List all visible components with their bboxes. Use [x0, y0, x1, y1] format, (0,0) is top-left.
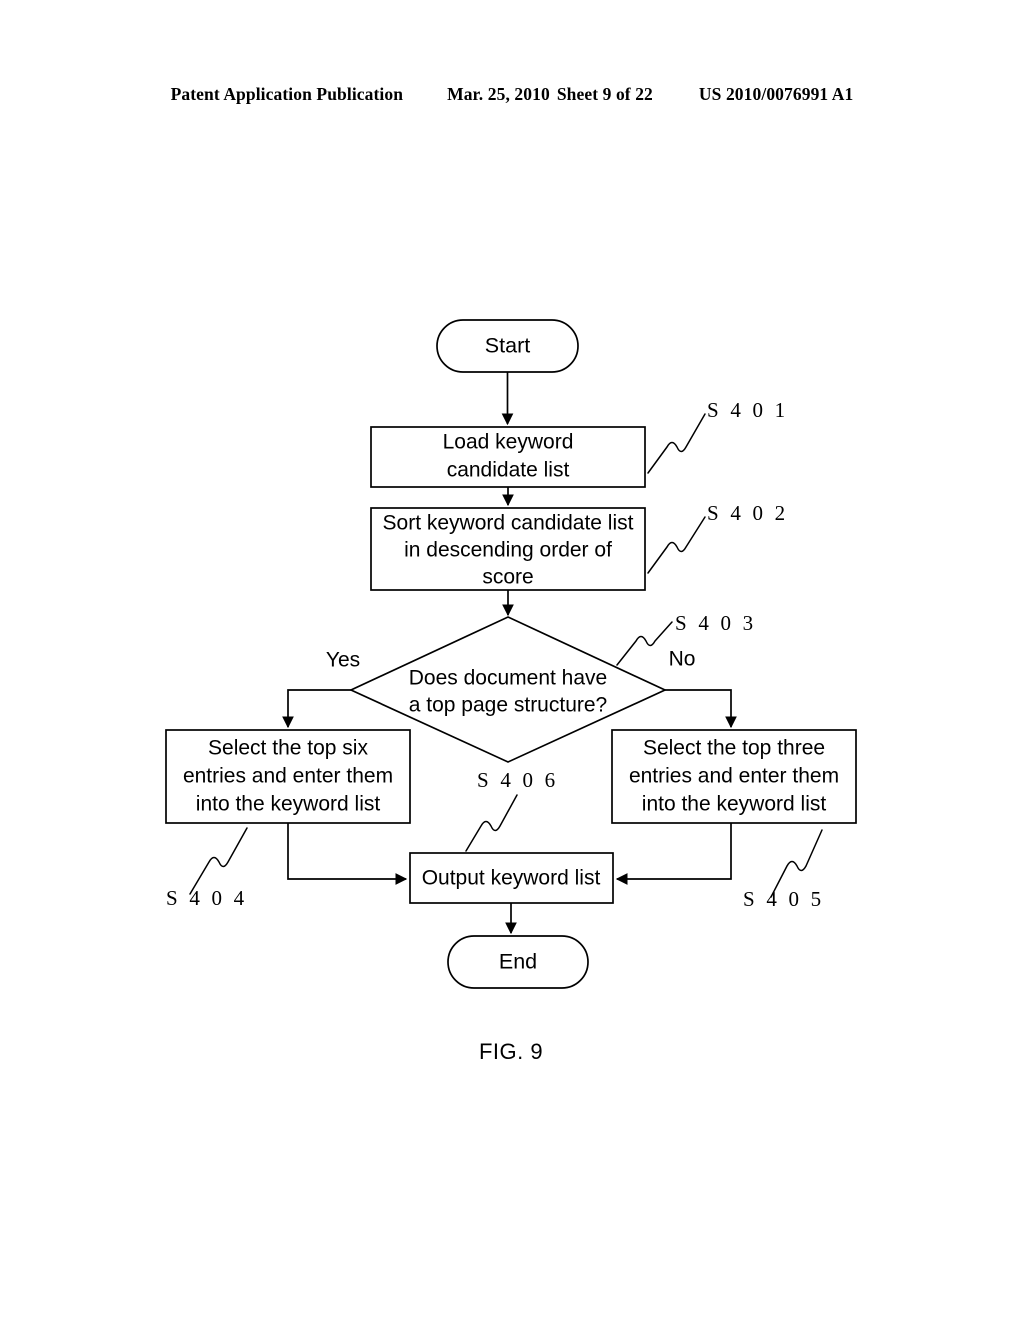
leader-s403 [616, 621, 673, 666]
s402-step-label: S 4 0 2 [707, 501, 788, 525]
s403-line-1: Does document have [409, 667, 607, 690]
node-start: Start [436, 319, 579, 373]
branch-label-no: No [669, 648, 696, 671]
s404-line-1: Select the top six [208, 737, 368, 760]
s401-line-2: candidate list [447, 459, 570, 482]
s406-line-1: Output keyword list [422, 867, 601, 890]
figure-caption: FIG. 9 [479, 1039, 543, 1064]
s405-line-3: into the keyword list [642, 793, 827, 816]
s406-step-label: S 4 0 6 [477, 768, 558, 792]
s405-line-2: entries and enter them [629, 765, 839, 788]
node-s406: Output keyword list [409, 852, 614, 904]
s402-line-3: score [482, 566, 533, 589]
connector-s404-to-s406 [287, 823, 408, 885]
node-s405: Select the top three entries and enter t… [611, 729, 857, 824]
branch-label-yes: Yes [326, 649, 360, 672]
s404-line-2: entries and enter them [183, 765, 393, 788]
s401-step-label: S 4 0 1 [707, 398, 788, 422]
leader-s402 [647, 516, 706, 574]
s405-step-label: S 4 0 5 [743, 887, 824, 911]
node-s401: Load keyword candidate list [370, 426, 646, 488]
start-label: Start [485, 334, 530, 358]
connector-s405-to-s406 [615, 823, 732, 885]
leader-s406 [465, 794, 518, 852]
node-end: End [447, 935, 589, 989]
s402-line-2: in descending order of [404, 539, 612, 562]
leader-s401 [647, 413, 706, 474]
flowchart-figure: Start Load keyword candidate list S 4 0 … [165, 319, 857, 1064]
s403-step-label: S 4 0 3 [675, 611, 756, 635]
connector-yes-to-s404 [282, 689, 351, 729]
leader-s404 [189, 827, 248, 895]
s404-step-label: S 4 0 4 [166, 886, 247, 910]
s405-line-1: Select the top three [643, 737, 825, 760]
connector-no-to-s405 [665, 689, 737, 729]
s404-line-3: into the keyword list [196, 793, 381, 816]
node-s404: Select the top six entries and enter the… [165, 729, 411, 824]
s403-line-2: a top page structure? [409, 694, 607, 717]
s401-line-1: Load keyword [443, 431, 574, 454]
s402-line-1: Sort keyword candidate list [383, 512, 634, 535]
node-s402: Sort keyword candidate list in descendin… [370, 507, 646, 591]
end-label: End [499, 950, 537, 974]
